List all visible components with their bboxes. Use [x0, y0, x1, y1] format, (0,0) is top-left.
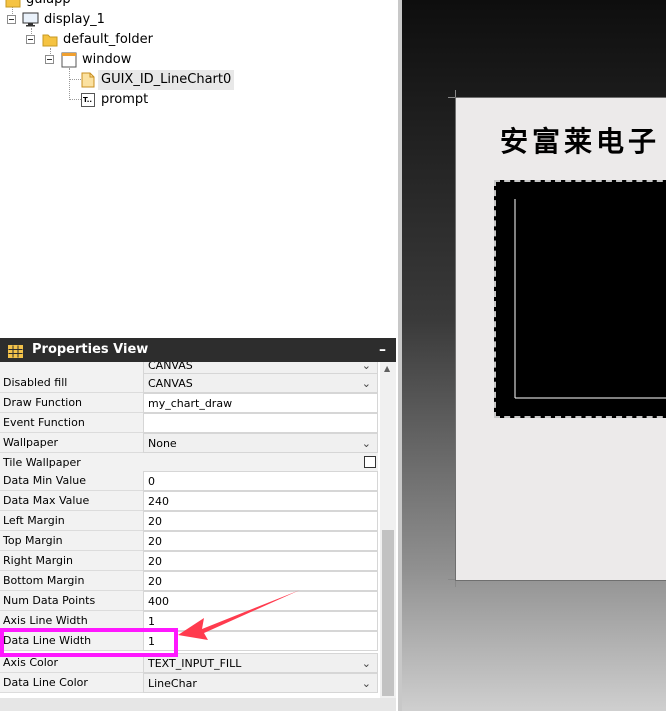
chevron-down-icon[interactable]: ⌄: [362, 654, 371, 674]
project-tree: guiapp display_1 default_folder window: [0, 0, 398, 338]
property-select[interactable]: None ⌄: [143, 433, 378, 453]
property-name: Draw Function: [0, 393, 143, 413]
property-row-left-margin: Left Margin 20: [0, 511, 378, 531]
tree-item-label: prompt: [101, 92, 149, 107]
left-pane: guiapp display_1 default_folder window: [0, 0, 398, 711]
scrollbar-thumb[interactable]: [382, 530, 394, 696]
property-input[interactable]: 240: [143, 491, 378, 511]
tree-item-label: default_folder: [63, 32, 153, 47]
property-value: None: [148, 437, 177, 450]
property-value: CANVAS: [148, 362, 193, 372]
property-name: Num Data Points: [0, 591, 143, 611]
property-name: Disabled fill: [0, 373, 143, 393]
property-row-data-max-value: Data Max Value 240: [0, 491, 378, 511]
property-value: 20: [148, 555, 162, 568]
tree-item-display-1[interactable]: display_1: [0, 10, 200, 30]
property-input[interactable]: 0: [143, 471, 378, 491]
line-chart-widget[interactable]: [494, 180, 666, 418]
chart-axes: [514, 199, 666, 399]
property-value: TEXT_INPUT_FILL: [148, 657, 242, 670]
tree-item-label: display_1: [44, 12, 105, 27]
property-input[interactable]: 20: [143, 551, 378, 571]
chevron-down-icon[interactable]: ⌄: [362, 434, 371, 454]
property-value: 400: [148, 595, 169, 608]
property-value: CANVAS: [148, 377, 193, 390]
property-name: Bottom Margin: [0, 571, 143, 591]
tree-item-label: GUIX_ID_LineChart0: [98, 70, 235, 90]
text-prompt-icon: T..: [81, 93, 95, 107]
scroll-up-icon[interactable]: ▲: [384, 364, 390, 373]
property-name: Top Margin: [0, 531, 143, 551]
property-row-tile-wallpaper: Tile Wallpaper: [0, 453, 378, 473]
property-value: 0: [148, 475, 155, 488]
prompt-widget[interactable]: 安富莱电子: [500, 120, 660, 160]
property-select[interactable]: CANVAS ⌄: [143, 373, 378, 393]
tree-item-default-folder[interactable]: default_folder: [0, 30, 220, 50]
property-value: 20: [148, 575, 162, 588]
property-value: my_chart_draw: [148, 397, 233, 410]
tile-wallpaper-checkbox[interactable]: [364, 456, 376, 468]
property-name: Data Min Value: [0, 471, 143, 491]
property-name: Left Margin: [0, 511, 143, 531]
property-input[interactable]: 20: [143, 531, 378, 551]
property-name: Wallpaper: [0, 433, 143, 453]
chevron-down-icon[interactable]: ⌄: [362, 674, 371, 694]
collapse-toggle[interactable]: [45, 55, 54, 64]
prompt-icon-text: T..: [83, 96, 93, 104]
chevron-down-icon[interactable]: ⌄: [362, 374, 371, 394]
property-row-data-min-value: Data Min Value 0: [0, 471, 378, 491]
property-select[interactable]: TEXT_INPUT_FILL ⌄: [143, 653, 378, 673]
properties-scrollbar[interactable]: ▲ ⌄: [380, 362, 396, 711]
tree-item-linechart[interactable]: GUIX_ID_LineChart0: [0, 70, 240, 90]
window-widget[interactable]: 安富莱电子: [455, 97, 666, 581]
tree-item-label: guiapp: [26, 0, 71, 10]
property-value: [143, 453, 378, 473]
properties-view-header: Properties View –: [0, 338, 396, 362]
tree-item-guiapp[interactable]: guiapp: [0, 0, 200, 10]
tree-item-window[interactable]: window: [0, 50, 200, 70]
property-name: Tile Wallpaper: [0, 453, 143, 473]
collapse-toggle[interactable]: [7, 15, 16, 24]
property-row-wallpaper: Wallpaper None ⌄: [0, 433, 378, 453]
property-row-draw-function: Draw Function my_chart_draw: [0, 393, 378, 413]
tree-item-label: window: [82, 52, 132, 67]
property-row-disabled-fill: Disabled fill CANVAS ⌄: [0, 373, 378, 393]
property-name: Event Function: [0, 413, 143, 433]
property-value: 20: [148, 535, 162, 548]
design-canvas: 安富莱电子: [402, 0, 666, 711]
property-value: LineChar: [148, 677, 197, 690]
property-input[interactable]: [143, 413, 378, 433]
bottom-bar: [0, 698, 396, 711]
property-name: Data Line Color: [0, 673, 143, 693]
property-name: Data Max Value: [0, 491, 143, 511]
property-name: Right Margin: [0, 551, 143, 571]
grid-icon: [8, 343, 23, 358]
property-input[interactable]: 20: [143, 511, 378, 531]
minimize-button[interactable]: –: [379, 338, 386, 362]
property-row-data-line-color: Data Line Color LineChar ⌄: [0, 673, 378, 693]
collapse-toggle[interactable]: [26, 35, 35, 44]
property-row-top-margin: Top Margin 20: [0, 531, 378, 551]
property-row-right-margin: Right Margin 20: [0, 551, 378, 571]
highlight-box: [0, 628, 178, 657]
property-row-event-function: Event Function: [0, 413, 378, 433]
property-value: 1: [148, 615, 155, 628]
property-input[interactable]: my_chart_draw: [143, 393, 378, 413]
properties-view-title: Properties View: [32, 342, 149, 357]
property-select[interactable]: LineChar ⌄: [143, 673, 378, 693]
property-value: 20: [148, 515, 162, 528]
annotation-arrow-icon: [178, 590, 300, 640]
tree-item-prompt[interactable]: T.. prompt: [0, 90, 200, 110]
properties-grid: CANVAS ⌄ Disabled fill CANVAS ⌄ Draw Function…: [0, 362, 396, 711]
property-value: 240: [148, 495, 169, 508]
